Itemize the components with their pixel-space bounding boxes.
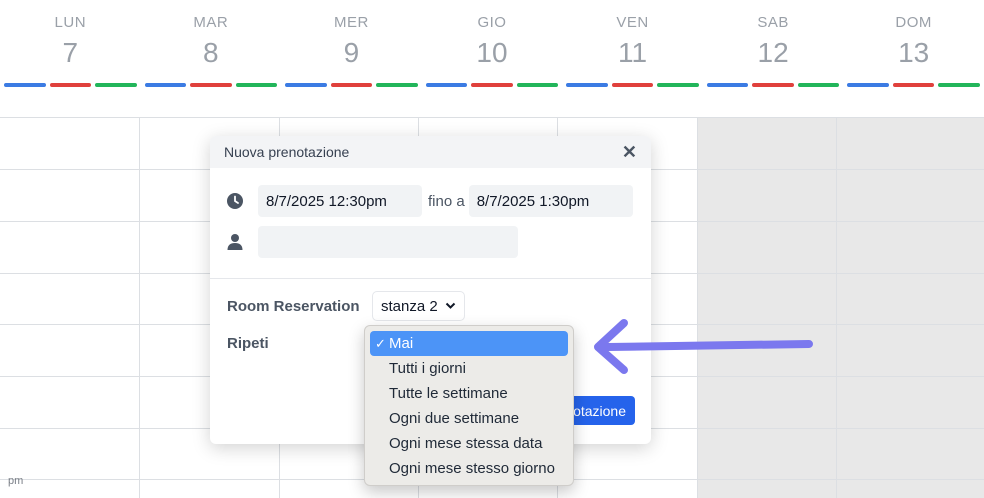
day-column-header[interactable]: DOM 13 [843,0,984,104]
modal-header: Nuova prenotazione ✕ [210,136,651,168]
repeat-option-label: Tutti i giorni [389,360,466,377]
day-column-header[interactable]: MAR 8 [141,0,282,104]
day-name: SAB [757,14,789,31]
day-column-weekend[interactable] [698,117,837,498]
day-color-bar [144,83,278,87]
day-name: VEN [616,14,649,31]
clock-icon [226,192,258,210]
day-color-bar [566,83,699,87]
chevron-down-icon [445,302,456,310]
day-column-header[interactable]: SAB 12 [703,0,844,104]
day-number: 7 [62,37,79,68]
day-name: DOM [895,14,932,31]
day-column-header[interactable]: GIO 10 [422,0,563,104]
room-reservation-label: Room Reservation [227,298,360,315]
day-number: 8 [203,37,219,68]
day-column[interactable] [0,117,140,498]
day-number: 9 [343,37,360,68]
start-datetime-input[interactable]: 8/7/2025 12:30pm [258,185,422,217]
day-number: 12 [757,37,789,68]
day-name: MAR [193,14,229,31]
modal-title: Nuova prenotazione [224,144,350,160]
repeat-option[interactable]: Ogni due settimane [370,406,568,431]
room-select-value: stanza 2 [381,297,438,315]
repeat-option[interactable]: Ogni mese stesso giorno [370,456,568,481]
day-color-bar [285,83,418,87]
repeat-option[interactable]: Tutti i giorni [370,356,568,381]
repeat-option[interactable]: Tutte le settimane [370,381,568,406]
time-range-row: 8/7/2025 12:30pm fino a 8/7/2025 1:30pm [226,185,633,217]
user-row [226,226,518,258]
repeat-option[interactable]: ✓ Mai [370,331,568,356]
close-icon[interactable]: ✕ [622,143,637,161]
time-label: pm [8,475,24,487]
day-number: 13 [898,37,930,68]
day-color-bar [425,83,559,87]
day-column-header[interactable]: VEN 11 [562,0,703,104]
day-number: 11 [617,37,648,68]
end-datetime-input[interactable]: 8/7/2025 1:30pm [468,185,633,217]
user-icon [226,233,258,251]
room-select[interactable]: stanza 2 [372,291,465,321]
repeat-option-label: Ogni due settimane [389,410,520,427]
until-label: fino a [428,192,465,210]
repeat-option-label: Ogni mese stesso giorno [389,460,555,477]
repeat-dropdown-menu: ✓ Mai Tutti i giorni Tutte le settimane … [364,325,574,486]
day-color-bar [847,83,980,87]
day-column-header[interactable]: LUN 7 [0,0,141,104]
day-number: 10 [476,37,508,68]
week-day-header: LUN 7 MAR 8 MER 9 GIO 10 VEN 11 SAB 12 D… [0,0,984,104]
modal-divider [210,278,651,279]
hour-line [0,117,984,118]
repeat-option-label: Tutte le settimane [389,385,508,402]
repeat-label: Ripeti [227,335,269,352]
calendar-app: LUN 7 MAR 8 MER 9 GIO 10 VEN 11 SAB 12 D… [0,0,984,498]
repeat-option-label: Mai [389,335,414,352]
day-name: GIO [477,14,507,31]
repeat-option[interactable]: Ogni mese stessa data [370,431,568,456]
annotation-arrow-icon [594,319,813,374]
day-color-bar [706,83,840,87]
day-name: LUN [54,14,87,31]
day-column-weekend[interactable] [837,117,984,498]
checkmark-icon: ✓ [375,335,386,351]
day-name: MER [333,14,369,31]
day-column-header[interactable]: MER 9 [281,0,422,104]
day-color-bar [4,83,137,87]
repeat-option-label: Ogni mese stessa data [389,435,543,452]
user-input[interactable] [258,226,518,258]
